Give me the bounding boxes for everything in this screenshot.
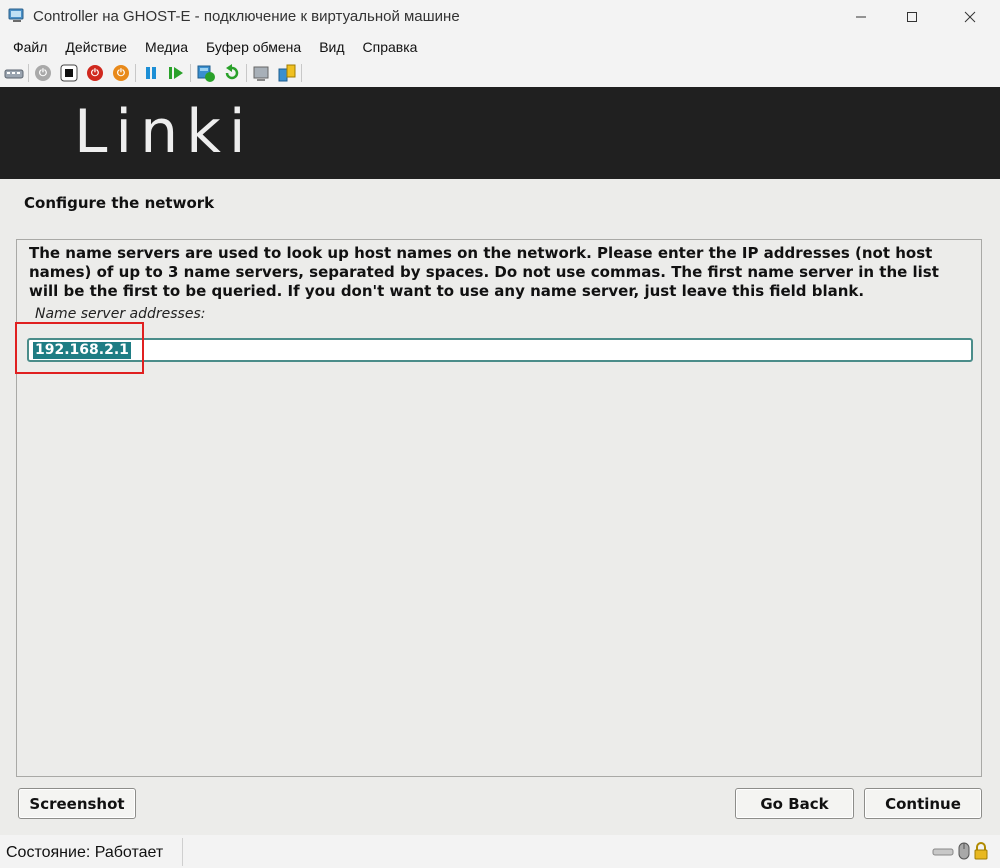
close-button[interactable] — [947, 0, 993, 33]
maximize-button[interactable] — [889, 0, 935, 33]
continue-button[interactable]: Continue — [864, 788, 982, 819]
play-button[interactable] — [166, 63, 186, 83]
pause-icon — [146, 67, 156, 79]
power-button[interactable]: ⏻ — [111, 63, 131, 83]
pause-button[interactable] — [141, 63, 161, 83]
start-icon: ⏻ — [35, 65, 51, 81]
menu-view[interactable]: Вид — [310, 36, 353, 58]
status-bar: Состояние: Работает — [0, 836, 1000, 868]
share-icon — [278, 64, 296, 82]
vm-screen[interactable]: Linki Configure the network The name ser… — [0, 87, 1000, 835]
menu-bar: Файл Действие Медиа Буфер обмена Вид Спр… — [0, 36, 1000, 58]
menu-clipboard[interactable]: Буфер обмена — [197, 36, 310, 58]
maximize-icon — [907, 11, 917, 22]
close-icon — [964, 11, 976, 22]
highlight-annotation — [15, 322, 144, 374]
shutdown-icon: ⏻ — [87, 65, 103, 81]
name-server-input[interactable]: 192.168.2.1 — [27, 338, 973, 362]
checkpoint-icon — [197, 65, 215, 82]
revert-icon — [225, 64, 239, 80]
lock-icon — [974, 842, 988, 860]
checkpoint-button[interactable] — [196, 63, 216, 83]
minimize-button[interactable] — [838, 0, 884, 33]
start-button[interactable]: ⏻ — [33, 63, 53, 83]
menu-action[interactable]: Действие — [56, 36, 136, 58]
screenshot-button[interactable]: Screenshot — [18, 788, 136, 819]
turn-off-icon — [60, 64, 78, 82]
title-bar: Controller на GHOST-E - подключение к ви… — [0, 0, 1000, 33]
keyboard-icon — [932, 848, 954, 856]
name-server-label: Name server addresses: — [35, 306, 206, 322]
share-button[interactable] — [277, 63, 297, 83]
toolbar: ⏻ ⏻ ⏻ — [0, 60, 1000, 86]
description-text: The name servers are used to look up hos… — [29, 244, 939, 300]
play-icon — [169, 67, 183, 79]
linki-logo: Linki — [74, 97, 254, 167]
menu-help[interactable]: Справка — [354, 36, 427, 58]
status-text: Состояние: Работает — [6, 844, 164, 861]
vm-connect-icon — [8, 8, 26, 24]
window-title: Controller на GHOST-E - подключение к ви… — [33, 8, 460, 25]
content-panel: The name servers are used to look up hos… — [16, 239, 982, 777]
enhanced-session-icon — [253, 66, 269, 81]
revert-button[interactable] — [222, 63, 242, 83]
mouse-icon — [958, 842, 970, 860]
ctrl-alt-del-icon — [4, 69, 24, 79]
turn-off-button[interactable] — [59, 63, 79, 83]
ctrl-alt-del-button[interactable] — [4, 63, 24, 83]
page-title: Configure the network — [24, 194, 215, 212]
shutdown-button[interactable]: ⏻ — [85, 63, 105, 83]
status-icons — [932, 842, 988, 860]
menu-media[interactable]: Медиа — [136, 36, 197, 58]
installer-banner: Linki — [0, 87, 1000, 179]
minimize-icon — [856, 16, 866, 17]
power-icon: ⏻ — [113, 65, 129, 81]
menu-file[interactable]: Файл — [0, 36, 56, 58]
enhanced-session-button[interactable] — [252, 63, 272, 83]
go-back-button[interactable]: Go Back — [735, 788, 854, 819]
